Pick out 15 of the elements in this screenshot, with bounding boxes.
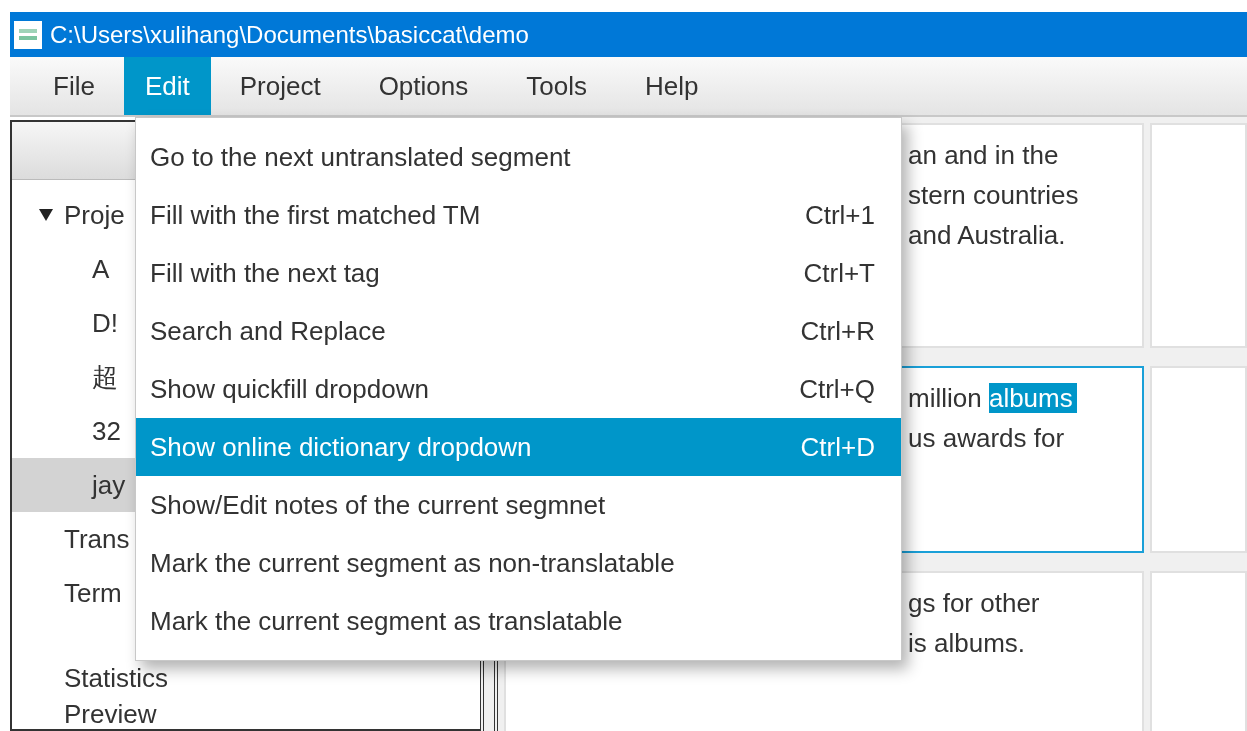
menu-item-label: Show/Edit notes of the current segmnet (150, 488, 606, 522)
window-title: C:\Users\xulihang\Documents\basiccat\demo (50, 19, 529, 50)
shortcut-label: Ctrl+D (800, 430, 875, 464)
menu-item-label: Mark the current segment as translatable (150, 604, 623, 638)
menu-item-label: Go to the next untranslated segment (150, 140, 571, 174)
menu-item-label: Search and Replace (150, 314, 386, 348)
shortcut-label: Ctrl+T (803, 256, 875, 290)
menu-item-label: Show online dictionary dropdown (150, 430, 532, 464)
menu-item-label: Fill with the next tag (150, 256, 380, 290)
menu-item-label: Mark the current segment as non-translatable (150, 546, 675, 580)
menu-item-label: Fill with the first matched TM (150, 198, 481, 232)
shortcut-label: Ctrl+1 (804, 198, 875, 232)
menu-item-label: Show quickfill dropdown (150, 372, 429, 406)
shortcut-label: Ctrl+Q (799, 372, 875, 406)
shortcut-label: Ctrl+R (800, 314, 875, 348)
